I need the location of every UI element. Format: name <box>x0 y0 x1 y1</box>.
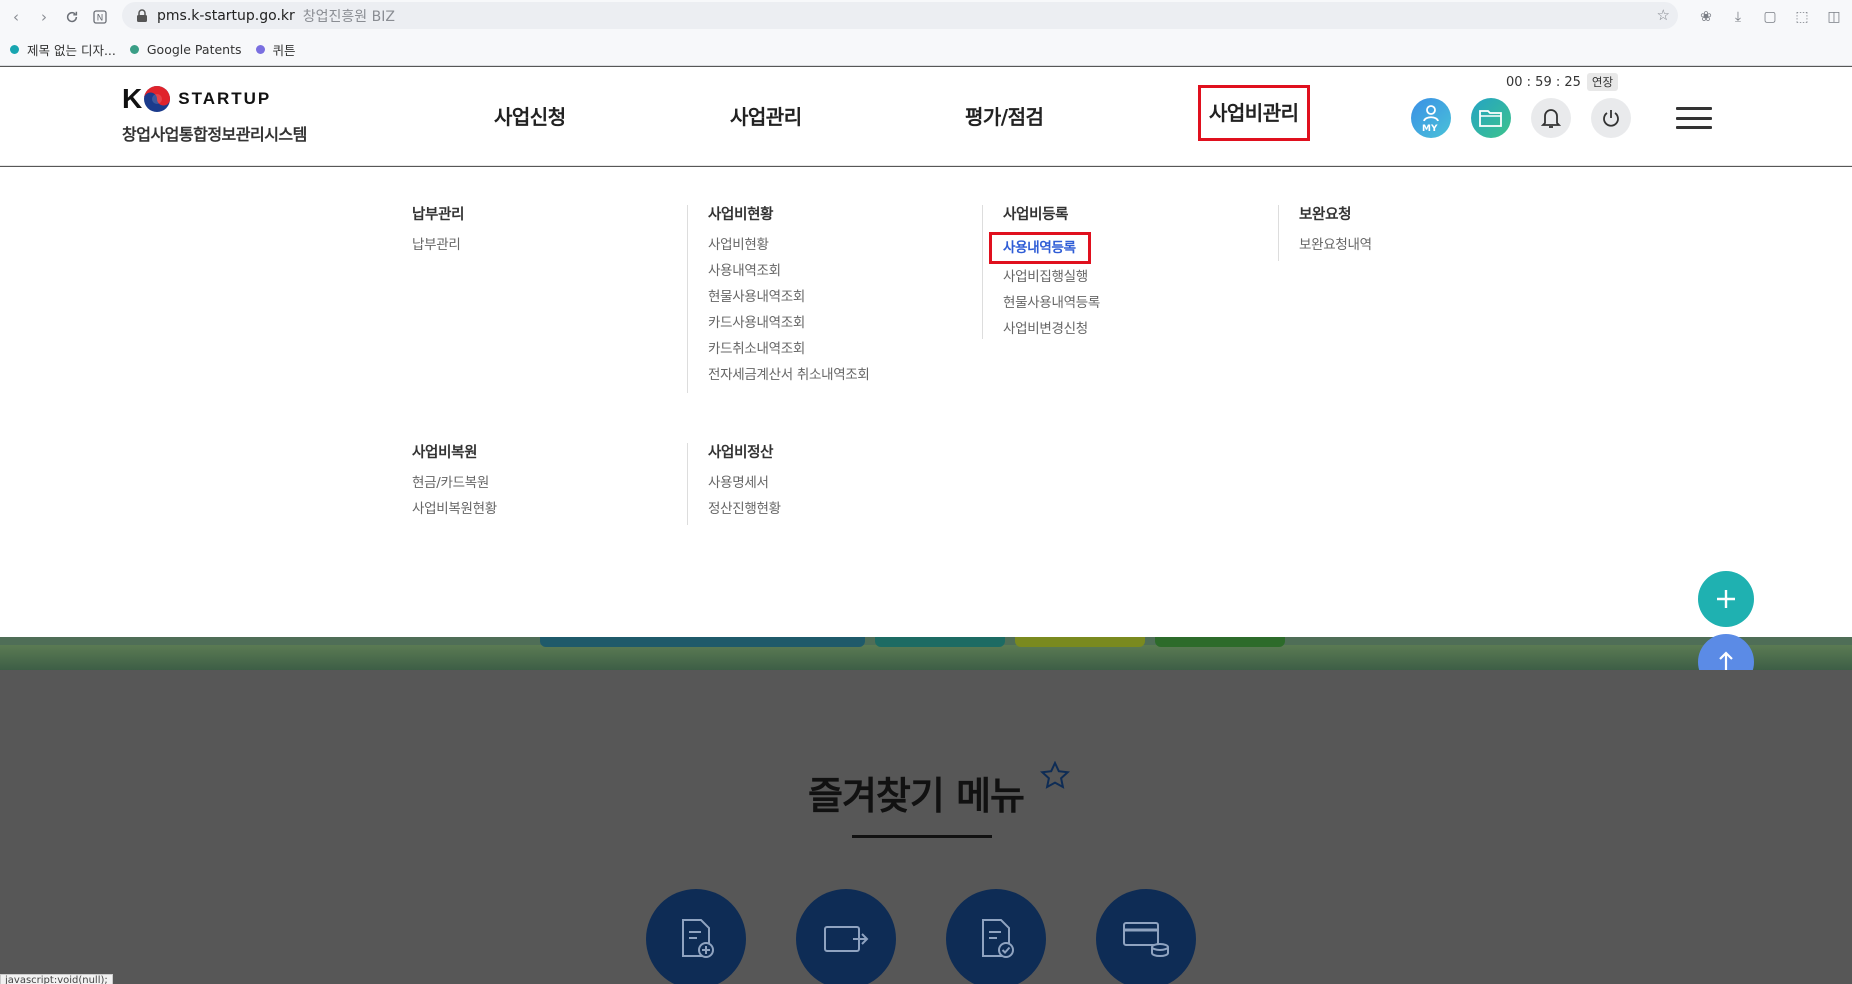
main-banner <box>0 637 1852 670</box>
gnb-item-budget-manage[interactable]: 사업비관리 <box>1198 85 1310 141</box>
reader-mode-icon[interactable]: N <box>86 3 114 31</box>
menu-link[interactable]: 사용명세서 <box>708 470 781 496</box>
notification-button[interactable] <box>1531 98 1571 138</box>
menu-link[interactable]: 현물사용내역등록 <box>1003 290 1100 316</box>
bell-icon <box>1541 109 1561 128</box>
address-bar[interactable]: pms.k-startup.go.kr 창업진흥원 BIZ ☆ <box>122 2 1678 29</box>
menu-link[interactable]: 카드사용내역조회 <box>708 310 870 336</box>
download-icon[interactable]: ⤓ <box>1728 7 1748 27</box>
screenshot-icon[interactable]: ⬚ <box>1792 7 1812 27</box>
menu-group-title: 납부관리 <box>412 207 465 223</box>
bookmark-item[interactable]: Google Patents <box>129 42 242 57</box>
media-icon[interactable]: ▢ <box>1760 7 1780 27</box>
menu-link[interactable]: 사업비복원현황 <box>412 496 497 522</box>
menu-link[interactable]: 보완요청내역 <box>1299 232 1372 258</box>
sidebar-icon[interactable]: ◫ <box>1824 7 1844 27</box>
favorites-title: 즐겨찾기 메뉴 <box>808 774 1025 818</box>
folder-button[interactable] <box>1471 98 1511 138</box>
hamburger-menu-icon[interactable] <box>1676 107 1712 129</box>
document-add-icon <box>682 919 714 958</box>
menu-group-payment: 납부관리 납부관리 <box>412 203 464 258</box>
bookmark-star-icon[interactable]: ☆ <box>1657 6 1670 24</box>
bookmark-favicon-icon <box>255 44 265 54</box>
menu-link[interactable]: 사업비집행실행 <box>1003 264 1100 290</box>
menu-group-title: 보완요청 <box>1299 207 1352 223</box>
mega-menu: 납부관리 납부관리 사업비현황 사업비현황 사용내역조회 현물사용내역조회 카드… <box>0 167 1852 637</box>
bookmark-favicon-icon <box>129 44 139 54</box>
favorites-underline <box>852 835 992 838</box>
card-coins-icon <box>1123 922 1169 958</box>
menu-link[interactable]: 납부관리 <box>412 232 464 258</box>
favorite-item[interactable] <box>646 889 746 984</box>
wallet-icon <box>824 926 869 952</box>
svg-text:N: N <box>97 13 104 23</box>
menu-group-budget-status: 사업비현황 사업비현황 사용내역조회 현물사용내역조회 카드사용내역조회 카드취… <box>687 205 870 393</box>
menu-link-current[interactable]: 사용내역등록 <box>989 232 1091 264</box>
menu-group-title: 사업비정산 <box>708 445 774 461</box>
document-check-icon <box>982 919 1014 958</box>
gnb-item-evaluation[interactable]: 평가/점검 <box>965 101 1044 130</box>
bookmarks-bar: 제목 없는 디자... Google Patents 퀴튼 <box>0 33 1852 66</box>
favorite-item[interactable] <box>946 889 1046 984</box>
reload-icon[interactable] <box>58 3 86 31</box>
plus-icon <box>1717 590 1735 608</box>
gnb-item-business-apply[interactable]: 사업신청 <box>494 101 566 130</box>
menu-link[interactable]: 사업비변경신청 <box>1003 316 1100 342</box>
browser-toolbar: ‹ › N pms.k-startup.go.kr 창업진흥원 BIZ ☆ ❀ … <box>0 0 1852 33</box>
power-icon <box>1603 110 1619 127</box>
logout-button[interactable] <box>1591 98 1631 138</box>
favorite-item[interactable] <box>796 889 896 984</box>
bookmark-favicon-icon <box>10 44 19 54</box>
menu-link[interactable]: 현금/카드복원 <box>412 470 497 496</box>
extensions-icon[interactable]: ❀ <box>1696 7 1716 27</box>
menu-group-title: 사업비등록 <box>1003 207 1069 223</box>
site-header: K STARTUP 창업사업통합정보관리시스템 사업신청 사업관리 평가/점검 … <box>0 67 1852 166</box>
favorites-section: 즐겨찾기 메뉴 <box>0 670 1852 984</box>
add-button[interactable] <box>1698 571 1754 627</box>
session-time: 00 : 59 : 25 <box>1506 74 1581 90</box>
gnb-item-business-manage[interactable]: 사업관리 <box>730 101 802 130</box>
menu-group-budget-restore: 사업비복원 현금/카드복원 사업비복원현황 <box>412 441 497 522</box>
menu-group-budget-settlement: 사업비정산 사용명세서 정산진행현황 <box>687 443 781 525</box>
menu-group-supplement: 보완요청 보완요청내역 <box>1278 205 1372 261</box>
lock-icon <box>137 8 147 22</box>
menu-link[interactable]: 정산진행현황 <box>708 496 781 522</box>
menu-link[interactable]: 사업비현황 <box>708 232 870 258</box>
folder-icon <box>1479 110 1502 127</box>
bookmark-item[interactable]: 퀴튼 <box>255 40 296 59</box>
back-icon[interactable]: ‹ <box>2 3 30 31</box>
status-bar-url: javascript:void(null); <box>0 974 113 984</box>
svg-text:MY: MY <box>1422 124 1438 132</box>
extend-session-button[interactable]: 연장 <box>1586 73 1619 91</box>
menu-group-title: 사업비복원 <box>412 445 478 461</box>
favorite-item[interactable] <box>1096 889 1196 984</box>
menu-link[interactable]: 사용내역조회 <box>708 258 870 284</box>
my-page-button[interactable]: MY <box>1411 98 1451 138</box>
url-site-name: 창업진흥원 BIZ <box>302 8 395 25</box>
menu-group-title: 사업비현황 <box>708 207 774 223</box>
url-domain: pms.k-startup.go.kr <box>157 7 295 24</box>
star-icon[interactable] <box>1040 761 1070 791</box>
menu-link[interactable]: 현물사용내역조회 <box>708 284 870 310</box>
menu-link[interactable]: 전자세금계산서 취소내역조회 <box>708 362 870 388</box>
user-icon: MY <box>1422 105 1439 132</box>
bookmark-item[interactable]: 제목 없는 디자... <box>10 40 116 59</box>
session-timer: 00 : 59 : 25 연장 <box>1506 73 1619 91</box>
menu-link[interactable]: 카드취소내역조회 <box>708 336 870 362</box>
forward-icon[interactable]: › <box>30 3 58 31</box>
menu-group-budget-register: 사업비등록 사용내역등록 사업비집행실행 현물사용내역등록 사업비변경신청 <box>982 205 1100 339</box>
